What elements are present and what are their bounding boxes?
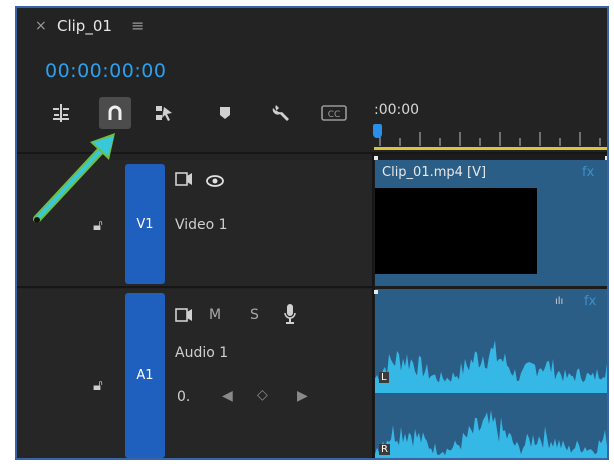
clip-end-marker — [605, 156, 607, 160]
playhead-timecode[interactable]: 00:00:00:00 — [45, 60, 166, 82]
snap-icon — [108, 105, 122, 120]
solo-button[interactable]: S — [250, 307, 259, 323]
linked-selection-icon[interactable] — [152, 99, 176, 127]
wrench-icon[interactable] — [269, 99, 295, 127]
ruler-time-label: :00:00 — [374, 102, 420, 118]
a1-source-patch[interactable]: A1 — [125, 293, 165, 458]
filmstrip-icon[interactable] — [175, 307, 193, 323]
audio-waveform — [375, 340, 607, 458]
lock-icon[interactable]: 🔓︎ — [93, 216, 103, 234]
waveform-channel — [375, 410, 607, 458]
fx-badge-icon: fx — [582, 165, 595, 180]
close-tab-icon[interactable]: × — [35, 18, 47, 34]
left-channel-label: L — [379, 372, 389, 383]
captions-label: CC — [328, 110, 341, 120]
channel-divider — [375, 394, 607, 402]
snap-button[interactable] — [99, 97, 131, 129]
right-channel-label: R — [379, 444, 390, 455]
eye-icon[interactable] — [205, 173, 225, 187]
track-id-label: V1 — [136, 216, 154, 232]
work-area-bar[interactable] — [374, 147, 607, 150]
voiceover-mic-icon[interactable] — [283, 303, 297, 325]
track-name: Audio 1 — [175, 345, 229, 361]
playhead-handle[interactable] — [373, 124, 382, 138]
filmstrip-icon[interactable] — [175, 171, 193, 187]
panel-menu-icon[interactable]: ≡ — [131, 16, 144, 35]
fx-badge-icon: fx — [584, 294, 597, 309]
video-clip-label: Clip_01.mp4 [V] — [382, 165, 487, 180]
timeline-panel: × Clip_01 ≡ 00:00:00:00 CC:00:00 🔓︎ V1 … — [15, 6, 609, 460]
captions-icon[interactable]: CC — [319, 101, 349, 125]
add-keyframe-icon[interactable]: ◇ — [257, 387, 268, 403]
audio-link-icon: ılı — [555, 296, 564, 307]
time-ruler[interactable] — [374, 126, 609, 148]
mute-button[interactable]: M — [209, 307, 221, 323]
v1-source-patch[interactable]: V1 — [125, 164, 165, 284]
next-keyframe-icon[interactable]: ▶ — [297, 388, 308, 404]
waveform-channel — [375, 340, 607, 393]
add-marker-icon[interactable] — [215, 101, 235, 125]
clip-start-marker — [374, 290, 378, 294]
track-id-label: A1 — [136, 368, 154, 383]
video-clip-thumbnail — [375, 188, 537, 274]
track-name: Video 1 — [175, 217, 228, 233]
a1-track-header — [17, 289, 372, 458]
prev-keyframe-icon[interactable]: ◀ — [222, 388, 233, 404]
sequence-tab-title[interactable]: Clip_01 — [57, 17, 112, 35]
clip-start-marker — [374, 156, 378, 160]
insert-overwrite-icon[interactable] — [49, 99, 73, 127]
lock-icon[interactable]: 🔓︎ — [93, 376, 103, 394]
track-volume-value[interactable]: 0. — [177, 389, 190, 405]
